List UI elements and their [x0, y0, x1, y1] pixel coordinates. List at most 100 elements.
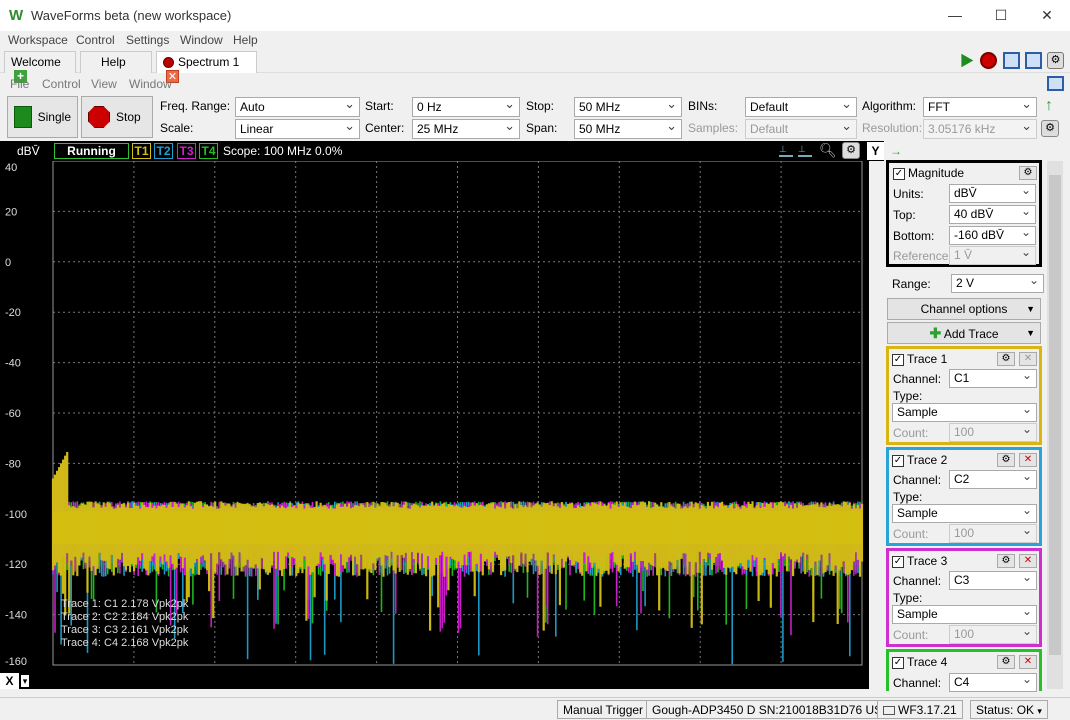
settings-gear-icon[interactable]: ⚙ — [1047, 52, 1064, 69]
trace-4-checkbox[interactable]: ✓ — [892, 656, 904, 669]
stop-freq-dropdown[interactable]: 50 MHz — [574, 96, 682, 117]
status-button[interactable]: Status: OK ▾ — [970, 700, 1048, 719]
trace-1-checkbox[interactable]: ✓ — [892, 353, 904, 366]
record-icon — [163, 57, 174, 69]
device-icon — [883, 706, 895, 716]
type-label: Type: — [893, 389, 923, 403]
title-bar: W WaveForms beta (new workspace) — ☐ ✕ — [0, 0, 1070, 31]
channel-dropdown[interactable]: C4 — [949, 672, 1037, 692]
resolution-label: Resolution: — [862, 121, 923, 135]
center-dropdown[interactable]: 25 MHz — [412, 118, 520, 139]
record-button-icon[interactable] — [980, 52, 997, 69]
zoom-icon[interactable]: 🔍︎ — [819, 142, 837, 159]
top-dropdown[interactable]: 40 dBV̄ — [949, 204, 1036, 224]
freq-range-dropdown[interactable]: Auto — [235, 96, 360, 117]
channel-dropdown[interactable]: C1 — [949, 368, 1037, 388]
trace-3-checkbox[interactable]: ✓ — [892, 555, 904, 568]
x-axis-dropdown-icon[interactable]: ▾ — [21, 675, 29, 687]
bins-dropdown[interactable]: Default — [745, 96, 857, 117]
remove-trace-icon[interactable]: ✕ — [1019, 655, 1037, 669]
type-dropdown[interactable]: Sample — [892, 402, 1037, 422]
scrollbar-thumb[interactable] — [1049, 175, 1061, 655]
settings-gear-icon[interactable]: ⚙ — [997, 655, 1015, 669]
start-dropdown[interactable]: 0 Hz — [412, 96, 520, 117]
range-dropdown[interactable]: 2 V — [951, 273, 1044, 293]
trace-2-checkbox[interactable]: ✓ — [892, 454, 904, 467]
menu-control[interactable]: Control — [76, 33, 115, 47]
spectrum-plot[interactable]: 40200-20-40-60-80-100-120-140-1600 MHz5 … — [0, 161, 869, 689]
settings-gear-icon[interactable]: ⚙ — [997, 352, 1015, 366]
trace-2-toggle[interactable]: T2 — [154, 143, 173, 159]
settings-gear-icon[interactable]: ⚙ — [1019, 166, 1037, 180]
stop-label: Stop — [116, 110, 141, 124]
settings-gear-icon[interactable]: ⚙ — [842, 142, 860, 159]
close-button[interactable]: ✕ — [1024, 0, 1070, 31]
run-icon[interactable] — [961, 53, 974, 68]
start-label: Start: — [365, 99, 394, 113]
cursor-icon[interactable]: ⊥ — [779, 144, 793, 157]
remove-trace-icon[interactable]: ✕ — [1019, 554, 1037, 568]
type-dropdown[interactable]: Sample — [892, 604, 1037, 624]
add-trace-button[interactable]: ✚ Add Trace ▼ — [887, 322, 1041, 344]
dock-icon[interactable] — [1047, 76, 1064, 91]
scrollbar[interactable] — [1047, 161, 1063, 689]
trace-4-toggle[interactable]: T4 — [199, 143, 218, 159]
submenu-control[interactable]: Control — [42, 77, 81, 91]
single-button[interactable]: Single — [7, 96, 78, 138]
y-axis-button[interactable]: Y — [867, 142, 884, 160]
bottom-dropdown[interactable]: -160 dBV̄ — [949, 225, 1036, 245]
menu-settings[interactable]: Settings — [126, 33, 169, 47]
scale-dropdown[interactable]: Linear — [235, 118, 360, 139]
remove-trace-icon[interactable]: ✕ — [1019, 453, 1037, 467]
units-dropdown[interactable]: dBV̄ — [949, 183, 1036, 203]
tab-spectrum[interactable]: Spectrum 1✕ — [156, 51, 257, 84]
submenu-file[interactable]: File — [10, 77, 29, 91]
minimize-button[interactable]: — — [932, 0, 978, 31]
trace-1-toggle[interactable]: T1 — [132, 143, 151, 159]
submenu-view[interactable]: View — [91, 77, 117, 91]
trace-title: Trace 4 — [907, 655, 948, 669]
bottom-label: Bottom: — [893, 229, 935, 243]
reference-label: Reference: — [893, 249, 952, 263]
settings-gear-icon[interactable]: ⚙ — [1041, 120, 1059, 137]
device-info[interactable]: Gough-ADP3450 D SN:210018B31D76 USB:LX — [646, 700, 915, 719]
algorithm-dropdown[interactable]: FFT — [923, 96, 1037, 117]
maximize-button[interactable]: ☐ — [978, 0, 1024, 31]
menu-workspace[interactable]: Workspace — [8, 33, 68, 47]
menu-window[interactable]: Window — [180, 33, 223, 47]
channel-label: Channel: — [893, 473, 942, 487]
channel-dropdown[interactable]: C2 — [949, 469, 1037, 489]
tab-label: Welcome — [11, 55, 61, 69]
version-label: WF3.17.21 — [877, 700, 963, 719]
tab-welcome[interactable]: Welcome+ — [4, 51, 76, 84]
y-tick-label: 40 — [5, 162, 17, 174]
y-unit-label: dBV̄ — [17, 144, 40, 158]
reference-dropdown: 1 V̄ — [949, 245, 1036, 265]
arrow-up-icon[interactable]: ↑ — [1045, 98, 1057, 114]
run-status-badge: Running — [54, 143, 129, 159]
span-dropdown[interactable]: 50 MHz — [574, 118, 682, 139]
settings-gear-icon[interactable]: ⚙ — [997, 453, 1015, 467]
window-layout-icon[interactable] — [1025, 52, 1042, 69]
window-split-icon[interactable] — [1003, 52, 1020, 69]
settings-gear-icon[interactable]: ⚙ — [997, 554, 1015, 568]
tab-help[interactable]: Help — [80, 51, 152, 73]
x-axis-button[interactable]: X — [0, 673, 19, 689]
y-tick-label: -20 — [5, 307, 21, 319]
arrow-right-icon[interactable]: → — [890, 144, 902, 158]
cursor-icon[interactable]: ⊥ — [798, 144, 812, 157]
stop-button[interactable]: Stop — [81, 96, 153, 138]
units-label: Units: — [893, 187, 924, 201]
menu-help[interactable]: Help — [233, 33, 258, 47]
type-dropdown[interactable]: Sample — [892, 503, 1037, 523]
trace-legend: Trace 1: C1 2.178 Vpk2pk Trace 2: C2 2.1… — [61, 598, 188, 650]
y-tick-label: 20 — [5, 206, 17, 218]
magnitude-checkbox[interactable]: ✓ — [893, 167, 905, 180]
channel-dropdown[interactable]: C3 — [949, 570, 1037, 590]
type-label: Type: — [893, 591, 923, 605]
submenu-window[interactable]: Window — [129, 77, 172, 91]
channel-options-button[interactable]: Channel options ▼ — [887, 298, 1041, 320]
waveforms-logo-icon: W — [9, 7, 24, 24]
manual-trigger-button[interactable]: Manual Trigger — [557, 700, 650, 719]
trace-3-toggle[interactable]: T3 — [177, 143, 196, 159]
